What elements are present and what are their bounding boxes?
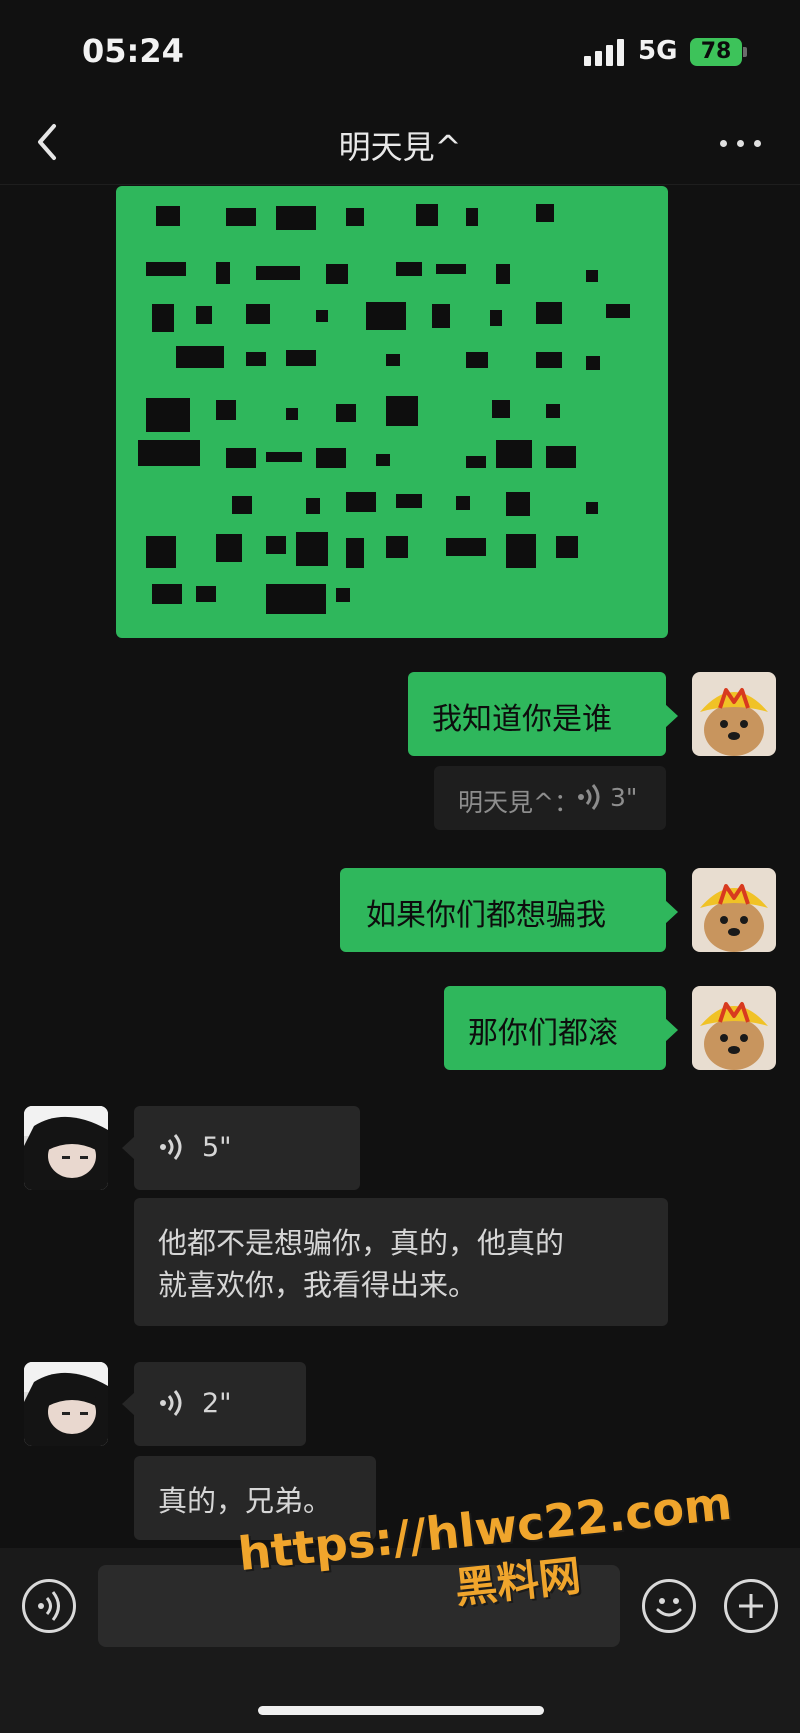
my-avatar[interactable] [692,986,776,1070]
voice-input-button[interactable] [22,1579,76,1633]
quoted-voice-reply[interactable]: 明天見^： 3" [434,766,666,830]
dog-avatar-icon [692,672,776,756]
voice-icon [158,1388,184,1425]
home-indicator[interactable] [258,1706,544,1715]
more-button[interactable] [720,122,764,162]
message-bubble-outgoing[interactable]: 我知道你是谁 [408,672,678,756]
message-text-line: 他都不是想骗你，真的，他真的 [158,1226,565,1260]
plus-icon [739,1594,763,1618]
back-button[interactable] [28,118,68,166]
voice-message-incoming[interactable]: 2" [122,1362,306,1446]
network-type: 5G [638,36,678,66]
censored-message-bubble[interactable] [116,186,668,638]
bubble-tail [122,1136,135,1160]
battery-tip [743,47,747,57]
battery-icon: 78 [690,38,742,66]
bubble-tail [122,1392,135,1416]
chevron-left-icon [38,124,56,160]
status-bar: 05:24 5G 78 [0,0,800,100]
voice-duration: 2" [202,1388,232,1419]
my-avatar[interactable] [692,868,776,952]
bubble-tail [665,704,678,728]
voice-message-incoming[interactable]: 5" [122,1106,360,1190]
message-bubble-incoming[interactable]: 他都不是想骗你，真的，他真的 就喜欢你，我看得出来。 [134,1198,668,1326]
mosaic-image [116,186,668,638]
message-text: 那你们都滚 [468,1016,618,1051]
message-text: 如果你们都想骗我 [366,898,606,933]
contact-avatar[interactable] [24,1106,108,1190]
dog-avatar-icon [692,986,776,1070]
voice-duration: 5" [202,1132,232,1163]
voice-icon [576,782,602,818]
bubble-tail [665,1018,678,1042]
message-bubble-outgoing[interactable]: 如果你们都想骗我 [340,868,678,952]
quote-duration: 3" [610,783,638,812]
message-text-line: 就喜欢你，我看得出来。 [158,1268,478,1302]
person-avatar-icon [24,1362,108,1446]
my-avatar[interactable] [692,672,776,756]
contact-avatar[interactable] [24,1362,108,1446]
status-time: 05:24 [82,32,184,70]
voice-icon [38,1591,60,1621]
signal-icon [584,38,630,66]
chat-title: 明天見^ [338,128,462,166]
voice-icon [158,1132,184,1169]
message-bubble-outgoing[interactable]: 那你们都滚 [444,986,678,1070]
message-text: 我知道你是谁 [432,702,612,737]
quote-author: 明天見^： [458,788,579,817]
chat-header: 明天見^ [0,100,800,185]
plus-button[interactable] [724,1579,778,1633]
person-avatar-icon [24,1106,108,1190]
bubble-tail [665,900,678,924]
dog-avatar-icon [692,868,776,952]
message-text: 真的，兄弟。 [158,1484,333,1518]
